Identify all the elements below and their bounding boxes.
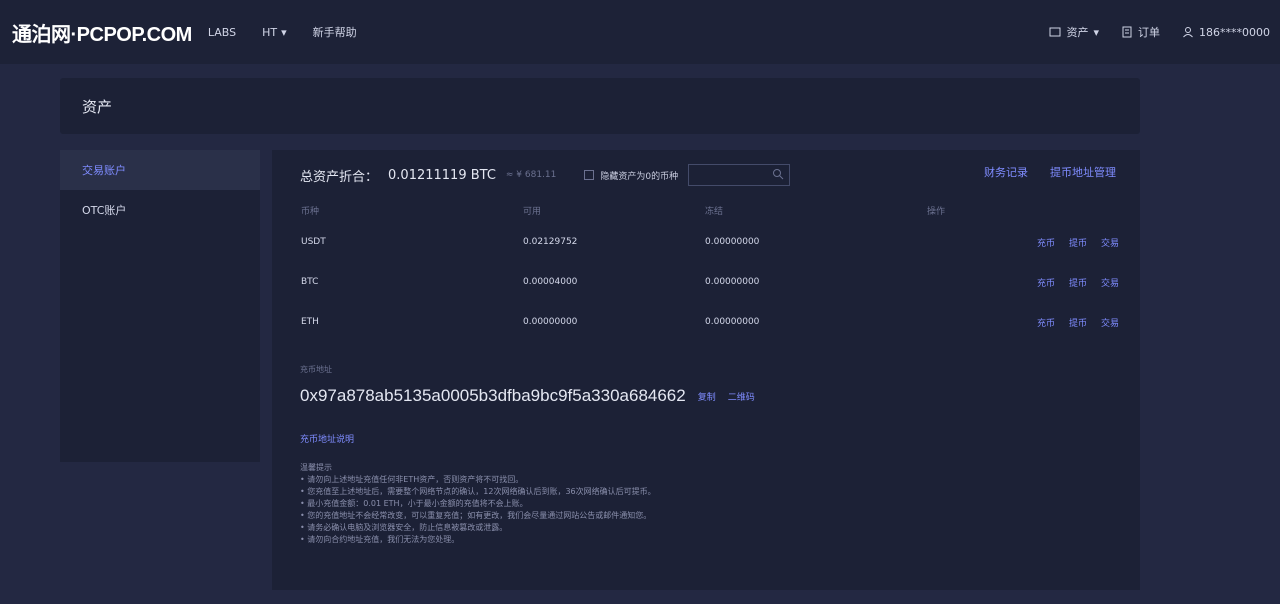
column-header-coin: 币种 [301,206,320,217]
coin-name: USDT [301,237,326,247]
site-logo[interactable]: 通泊网·PCPOP.COM [0,18,192,47]
asset-summary: 总资产折合： 0.01211119 BTC ≈ ¥ 681.11 隐藏资产为0的… [300,164,791,186]
nav-item-ht[interactable]: HT ▾ [262,26,287,39]
column-header-available: 可用 [523,206,542,217]
financial-records-link[interactable]: 财务记录 [984,164,1028,180]
withdraw-link[interactable]: 提币 [1069,316,1087,329]
table-row: BTC 0.00004000 0.00000000 充币 提币 交易 [300,262,1120,302]
user-menu[interactable]: 186****0000 [1182,26,1270,39]
total-assets-label: 总资产折合： [300,169,379,185]
top-right-menu: 资产 ▾ 订单 186****0000 [1049,0,1270,64]
nav-item-label: HT [262,25,278,39]
nav-item-labs[interactable]: LABS [208,26,236,39]
note-line: • 您充值至上述地址后，需要整个网络节点的确认，12次网络确认后到账，36次网络… [300,487,656,496]
sidebar: 交易账户 OTC账户 [60,150,260,462]
checkbox-icon [584,170,595,180]
note-line: • 请勿向合约地址充值，我们无法为您处理。 [300,535,460,544]
sidebar-item-trade-account[interactable]: 交易账户 [60,150,260,190]
search-icon [773,169,784,180]
nav-item-help[interactable]: 新手帮助 [313,24,357,40]
nav-item-label: 新手帮助 [312,26,357,39]
total-assets-value: 0.01211119 BTC [388,167,496,183]
top-nav: LABS HT ▾ 新手帮助 [208,24,357,40]
orders-menu-label: 订单 [1138,26,1160,39]
wallet-icon [1049,27,1061,37]
chevron-down-icon: ▾ [281,25,287,39]
withdraw-link[interactable]: 提币 [1069,276,1087,289]
available-balance: 0.02129752 [523,237,578,247]
top-navigation-bar: 通泊网·PCPOP.COM LABS HT ▾ 新手帮助 资产 ▾ 订单 186*… [0,0,1280,64]
note-line: • 最小充值金额：0.01 ETH，小于最小金额的充值将不会上账。 [300,499,528,508]
hide-zero-checkbox[interactable]: 隐藏资产为0的币种 [584,169,678,182]
order-icon [1122,26,1132,38]
orders-menu[interactable]: 订单 [1121,24,1160,40]
deposit-link[interactable]: 充币 [1037,316,1055,329]
deposit-address[interactable]: 0x97a878ab5135a0005b3dfba9bc9f5a330a6846… [300,386,686,406]
sidebar-item-otc-account[interactable]: OTC账户 [60,190,260,230]
deposit-link[interactable]: 充币 [1037,276,1055,289]
note-line: • 请务必确认电脑及浏览器安全，防止信息被篡改或泄露。 [300,523,508,532]
chevron-down-icon: ▾ [1093,25,1099,39]
table-row: ETH 0.00000000 0.00000000 充币 提币 交易 [300,302,1120,342]
page-title-bar: 资产 [60,78,1140,134]
withdraw-link[interactable]: 提币 [1069,236,1087,249]
deposit-tip-link[interactable]: 充币地址说明 [300,432,354,445]
trade-link[interactable]: 交易 [1101,276,1119,289]
total-assets-cny: ≈ ¥ 681.11 [505,170,557,180]
assets-menu[interactable]: 资产 ▾ [1049,24,1099,40]
qrcode-button[interactable]: 二维码 [728,390,755,403]
deposit-link[interactable]: 充币 [1037,236,1055,249]
user-icon [1183,27,1193,38]
row-actions: 充币 提币 交易 [926,262,1120,302]
coin-name: BTC [301,277,319,287]
assets-menu-label: 资产 [1066,26,1089,39]
summary-links: 财务记录 提币地址管理 [984,164,1116,180]
column-header-frozen: 冻结 [705,206,724,217]
deposit-address-label: 充币地址 [300,365,332,374]
frozen-balance: 0.00000000 [705,317,760,327]
withdraw-address-link[interactable]: 提币地址管理 [1050,164,1116,180]
available-balance: 0.00000000 [523,317,578,327]
trade-link[interactable]: 交易 [1101,316,1119,329]
copy-address-button[interactable]: 复制 [698,390,716,403]
trade-link[interactable]: 交易 [1101,236,1119,249]
assets-panel: 总资产折合： 0.01211119 BTC ≈ ¥ 681.11 隐藏资产为0的… [272,150,1140,590]
frozen-balance: 0.00000000 [705,237,760,247]
deposit-address-row: 0x97a878ab5135a0005b3dfba9bc9f5a330a6846… [300,386,755,406]
row-actions: 充币 提币 交易 [926,302,1120,342]
coin-search-input[interactable] [688,164,791,186]
notes-title: 温馨提示 [300,463,332,472]
hide-zero-label: 隐藏资产为0的币种 [600,171,679,182]
assets-table: 币种 可用 冻结 操作 USDT 0.02129752 0.00000000 充… [300,198,1120,342]
page-title: 资产 [82,97,113,116]
table-row: USDT 0.02129752 0.00000000 充币 提币 交易 [300,222,1120,262]
column-header-actions: 操作 [927,206,946,217]
available-balance: 0.00004000 [523,277,578,287]
nav-item-label: LABS [207,25,237,39]
coin-name: ETH [301,317,319,327]
deposit-notes: 温馨提示 • 请勿向上述地址充值任何非ETH资产，否则资产将不可找回。 • 您充… [300,462,900,546]
user-phone: 186****0000 [1199,25,1270,39]
row-actions: 充币 提币 交易 [926,222,1120,262]
frozen-balance: 0.00000000 [705,277,760,287]
note-line: • 您的充值地址不会经常改变，可以重复充值；如有更改，我们会尽量通过网站公告或邮… [300,511,652,520]
note-line: • 请勿向上述地址充值任何非ETH资产，否则资产将不可找回。 [300,475,524,484]
table-header-row: 币种 可用 冻结 操作 [300,198,1120,222]
